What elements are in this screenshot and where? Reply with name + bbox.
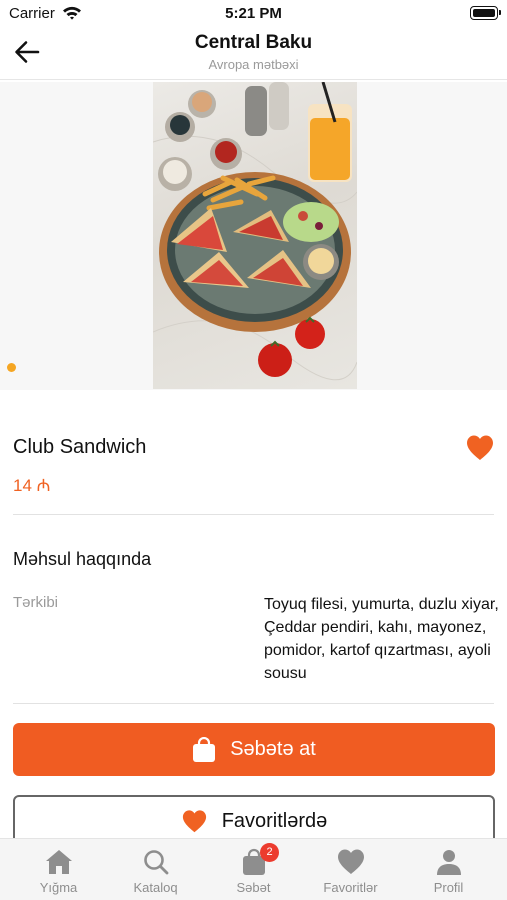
heart-icon — [467, 435, 493, 460]
battery-icon — [470, 6, 501, 20]
search-icon — [144, 850, 169, 875]
shopping-bag-icon — [193, 736, 216, 762]
clock: 5:21 PM — [225, 5, 282, 22]
tab-profile-label: Profil — [433, 880, 464, 895]
navigation-bar: Central Baku Avropa mətbəxi — [0, 28, 507, 80]
tab-favorites-label: Favoritlər — [323, 880, 378, 895]
person-icon — [437, 850, 461, 875]
favorite-toggle-button[interactable] — [465, 434, 495, 462]
divider — [13, 703, 494, 704]
about-product-heading: Məhsul haqqında — [13, 549, 152, 569]
cuisine-subtitle: Avropa mətbəxi — [208, 57, 299, 72]
product-photo — [153, 82, 357, 389]
product-gallery[interactable] — [0, 82, 507, 390]
product-name: Club Sandwich — [13, 436, 147, 458]
tab-catalog[interactable]: Kataloq — [105, 839, 206, 900]
divider — [13, 514, 494, 515]
restaurant-title: Central Baku — [194, 32, 313, 53]
status-bar: Carrier 5:21 PM — [0, 0, 507, 28]
home-icon — [46, 850, 72, 874]
ingredients-label: Tərkibi — [13, 594, 59, 611]
ingredients-value: Toyuq filesi, yumurta, duzlu xiyar, Çedd… — [264, 596, 499, 682]
add-to-cart-button[interactable]: Səbətə at — [13, 723, 495, 776]
tab-profile[interactable]: Profil — [398, 839, 499, 900]
cart-count-badge: 2 — [260, 843, 279, 862]
product-price: 14 ₼ — [13, 476, 51, 495]
favorites-label: Favoritlərdə — [221, 810, 328, 832]
tab-favorites[interactable]: Favoritlər — [300, 839, 401, 900]
heart-icon — [338, 849, 364, 874]
tab-bar: Yığma Kataloq 2 Səbət Favoritlər Profil — [0, 838, 507, 900]
tab-home-label: Yığma — [39, 880, 78, 895]
gallery-page-indicator — [7, 363, 16, 372]
tab-catalog-label: Kataloq — [133, 880, 178, 895]
tab-cart-label: Səbət — [236, 880, 271, 895]
tab-home[interactable]: Yığma — [8, 839, 109, 900]
heart-icon — [182, 810, 206, 833]
tab-cart[interactable]: 2 Səbət — [203, 839, 304, 900]
add-to-cart-label: Səbətə at — [230, 738, 316, 760]
